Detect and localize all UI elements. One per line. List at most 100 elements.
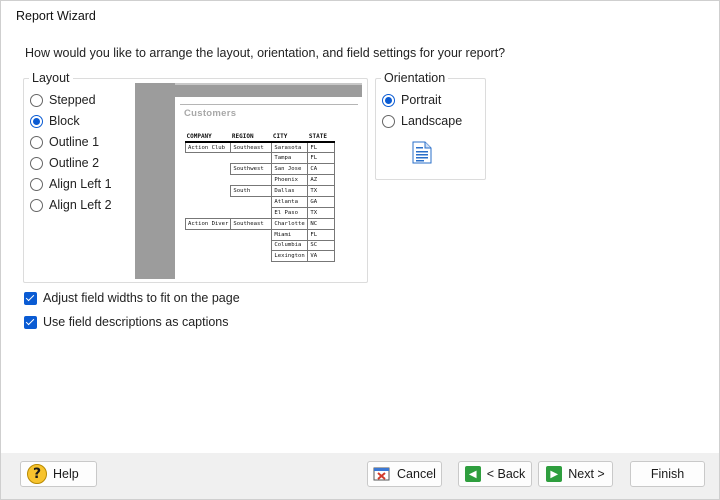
preview-top-line [175, 83, 362, 85]
preview-row: Miami FL [186, 228, 336, 241]
preview-cell [186, 240, 231, 251]
preview-cell: TX [307, 206, 336, 219]
adjust-widths-checkbox[interactable] [24, 291, 37, 305]
preview-header-cell: STATE [307, 132, 335, 143]
preview-cell [231, 153, 272, 164]
cancel-button[interactable]: Cancel [367, 461, 442, 487]
preview-header-cell: CITY [271, 132, 308, 143]
radio-button[interactable] [30, 177, 43, 191]
orientation-option-landscape[interactable]: Landscape [382, 114, 462, 128]
preview-cell: FL [307, 141, 336, 154]
use-descriptions-checkbox[interactable] [24, 315, 37, 329]
preview-cell: Action Diver [184, 217, 232, 230]
layout-option-label: Outline 2 [49, 156, 100, 170]
preview-cell: Charlotte [271, 217, 309, 230]
report-wizard-window: Report Wizard How would you like to arra… [0, 0, 720, 500]
help-button-label: Help [53, 467, 79, 481]
layout-option-stepped[interactable]: Stepped [30, 93, 96, 107]
preview-cell: FL [307, 152, 336, 165]
title-bar: Report Wizard [1, 1, 719, 33]
layout-option-label: Block [49, 114, 80, 128]
radio-button-selected[interactable] [382, 93, 395, 107]
preview-cell: Southeast [230, 141, 273, 154]
layout-option-outline-2[interactable]: Outline 2 [30, 156, 99, 170]
help-button[interactable]: ? Help [20, 461, 97, 487]
orientation-option-label: Landscape [401, 114, 463, 128]
use-descriptions-option[interactable]: Use field descriptions as captions [24, 315, 229, 329]
preview-cell: Miami [271, 228, 309, 241]
radio-button[interactable] [30, 198, 43, 212]
preview-header-row: COMPANY REGION CITY STATE [185, 132, 335, 143]
preview-cell [186, 175, 231, 186]
adjust-widths-option[interactable]: Adjust field widths to fit on the page [24, 291, 240, 305]
next-button[interactable]: ▶ Next > [538, 461, 613, 487]
layout-option-label: Align Left 1 [49, 177, 112, 191]
layout-option-label: Align Left 2 [49, 198, 112, 212]
radio-button[interactable] [30, 156, 43, 170]
preview-row: Atlanta GA [186, 195, 336, 208]
preview-cell: El Paso [271, 206, 309, 219]
use-descriptions-label: Use field descriptions as captions [43, 315, 229, 329]
preview-cell: Phoenix [271, 174, 309, 187]
layout-option-outline-1[interactable]: Outline 1 [30, 135, 99, 149]
radio-button[interactable] [382, 114, 395, 128]
preview-cell: Lexington [271, 250, 309, 263]
preview-row: Action Diver Southeast Charlotte NC [184, 217, 336, 230]
preview-row: South Dallas TX [186, 185, 336, 197]
preview-cell: Southwest [230, 163, 273, 176]
finish-button[interactable]: Finish [630, 461, 705, 487]
radio-button[interactable] [30, 135, 43, 149]
preview-cell: NC [307, 217, 336, 230]
preview-cell: Columbia [271, 239, 309, 252]
preview-cell: Tampa [271, 152, 309, 165]
preview-table-body: Action Club Southeast Sarasota FL Tampa FL Sou… [184, 141, 336, 263]
preview-cell [186, 207, 231, 218]
orientation-option-portrait[interactable]: Portrait [382, 93, 441, 107]
preview-page: Customers COMPANY REGION CITY STATE Acti… [175, 97, 362, 279]
layout-option-label: Outline 1 [49, 135, 100, 149]
back-arrow-icon: ◀ [464, 466, 481, 482]
preview-cell: South [230, 185, 273, 197]
preview-cell [186, 251, 231, 262]
preview-header-cell: REGION [230, 132, 272, 143]
preview-row: Phoenix AZ [186, 174, 336, 187]
preview-cell [186, 196, 231, 207]
back-button[interactable]: ◀ < Back [458, 461, 532, 487]
preview-header-cell: COMPANY [185, 132, 231, 143]
window-title: Report Wizard [16, 9, 96, 23]
layout-option-align-left-1[interactable]: Align Left 1 [30, 177, 112, 191]
orientation-option-label: Portrait [401, 93, 442, 107]
preview-cell: Dallas [271, 185, 309, 197]
preview-cell: SC [307, 239, 336, 252]
preview-cell: Atlanta [271, 195, 309, 208]
orientation-legend: Orientation [384, 71, 446, 85]
preview-cell: AZ [307, 174, 336, 187]
question-mark-icon: ? [27, 464, 47, 484]
preview-cell: FL [307, 228, 336, 241]
radio-button-selected[interactable] [30, 114, 43, 128]
next-button-label: Next > [568, 467, 605, 481]
layout-legend: Layout [32, 71, 70, 85]
adjust-widths-label: Adjust field widths to fit on the page [43, 291, 240, 305]
preview-cell: Action Club [184, 141, 232, 154]
preview-cell [231, 207, 272, 218]
radio-button[interactable] [30, 93, 43, 107]
preview-report-title: Customers [184, 108, 237, 119]
preview-cell: Sarasota [271, 141, 309, 154]
preview-row: Southwest San Jose CA [186, 163, 336, 176]
preview-cell [186, 164, 231, 175]
back-button-label: < Back [486, 467, 526, 481]
preview-rule [180, 104, 358, 105]
preview-row: Action Club Southeast Sarasota FL [184, 141, 336, 154]
preview-cell: San Jose [271, 163, 309, 176]
preview-row: Lexington VA [186, 250, 336, 263]
preview-row: Columbia SC [186, 239, 336, 252]
preview-cell [231, 251, 272, 262]
cancel-icon [373, 466, 391, 482]
preview-cell [231, 175, 272, 186]
preview-cell: Southeast [230, 217, 273, 230]
finish-button-label: Finish [650, 467, 685, 481]
preview-row: El Paso TX [186, 206, 336, 219]
layout-option-block[interactable]: Block [30, 114, 80, 128]
layout-option-align-left-2[interactable]: Align Left 2 [30, 198, 112, 212]
